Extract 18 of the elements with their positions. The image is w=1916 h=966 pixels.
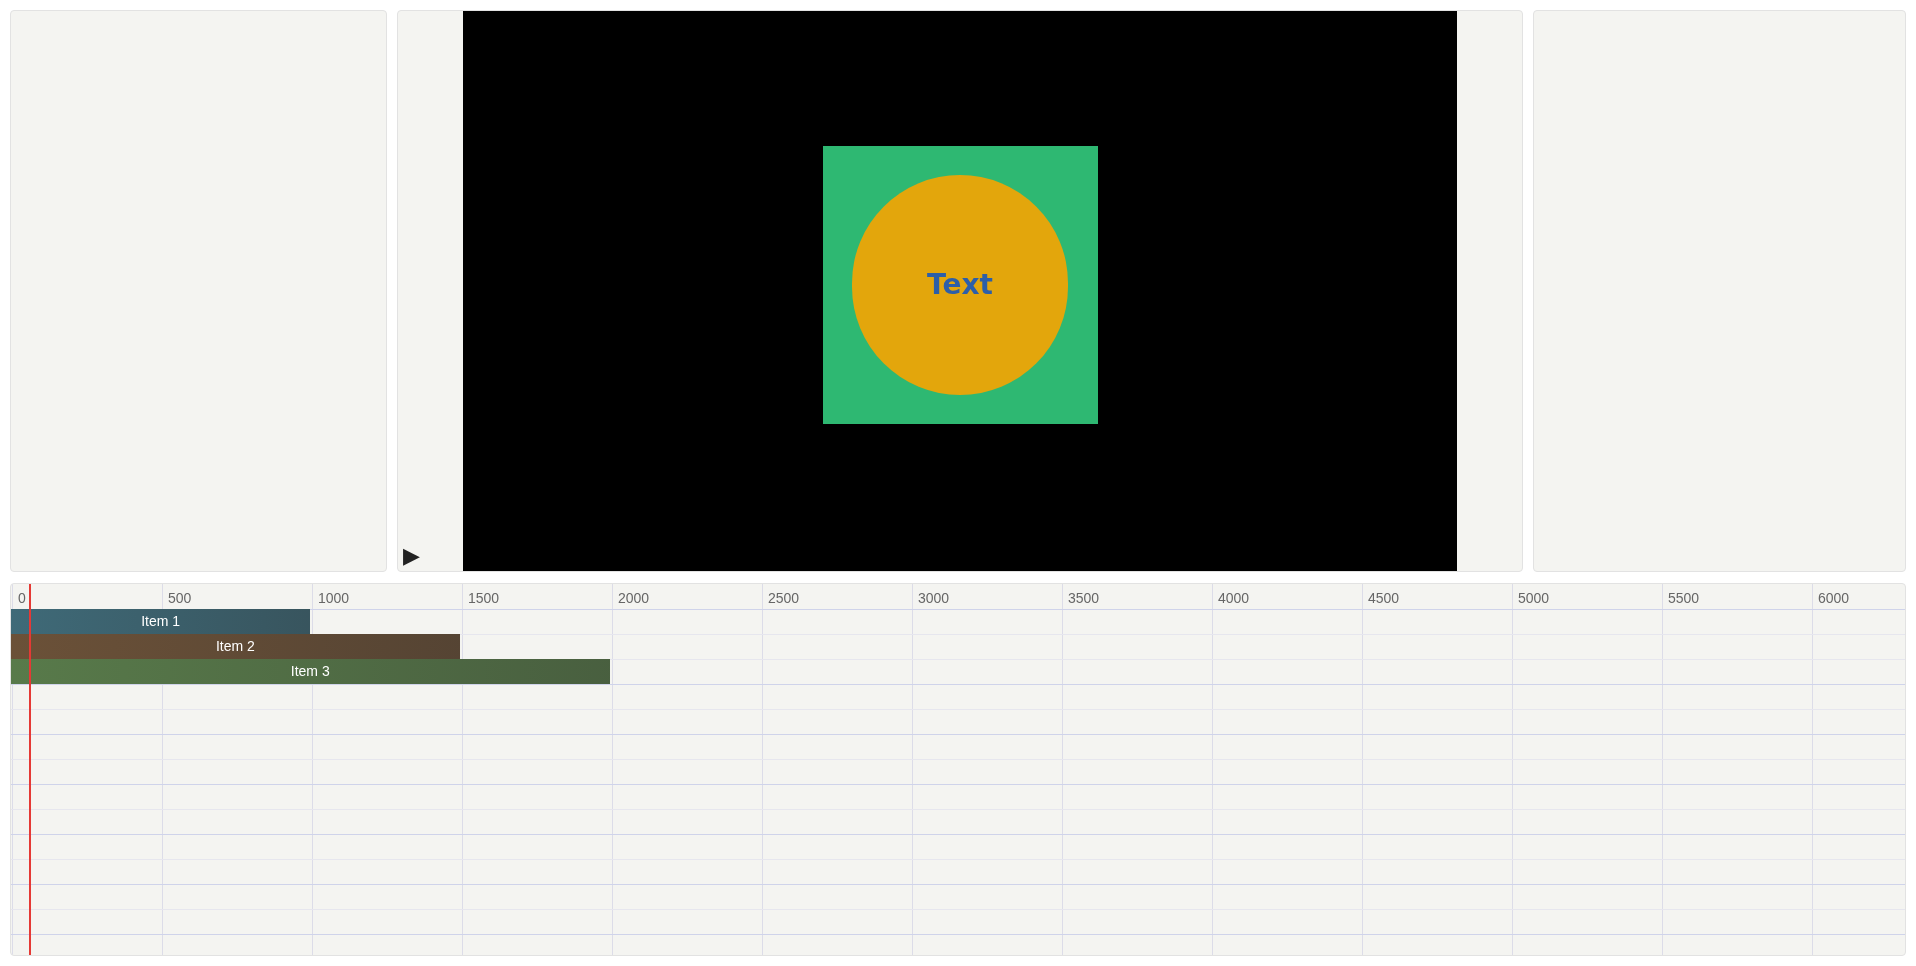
ruler-label: 3000 bbox=[918, 589, 950, 608]
ruler-label: 4000 bbox=[1218, 589, 1250, 608]
play-button[interactable]: ▶ bbox=[403, 545, 420, 567]
ruler-label: 0 bbox=[18, 589, 26, 608]
ruler-label: 5000 bbox=[1518, 589, 1550, 608]
ruler-label: 500 bbox=[168, 589, 192, 608]
ruler-label: 1500 bbox=[468, 589, 500, 608]
timeline-item[interactable]: Item 3 bbox=[11, 659, 610, 684]
timeline-item[interactable]: Item 2 bbox=[11, 634, 460, 659]
ruler-label: 4500 bbox=[1368, 589, 1400, 608]
ruler-label: 1000 bbox=[318, 589, 350, 608]
timeline-item[interactable]: Item 1 bbox=[11, 609, 311, 634]
shape-text: Text bbox=[927, 267, 993, 303]
ruler-label: 6000 bbox=[1818, 589, 1850, 608]
ruler-label: 5500 bbox=[1668, 589, 1700, 608]
ruler-label: 2500 bbox=[768, 589, 800, 608]
ruler-label: 3500 bbox=[1068, 589, 1100, 608]
ruler-label: 2000 bbox=[618, 589, 650, 608]
